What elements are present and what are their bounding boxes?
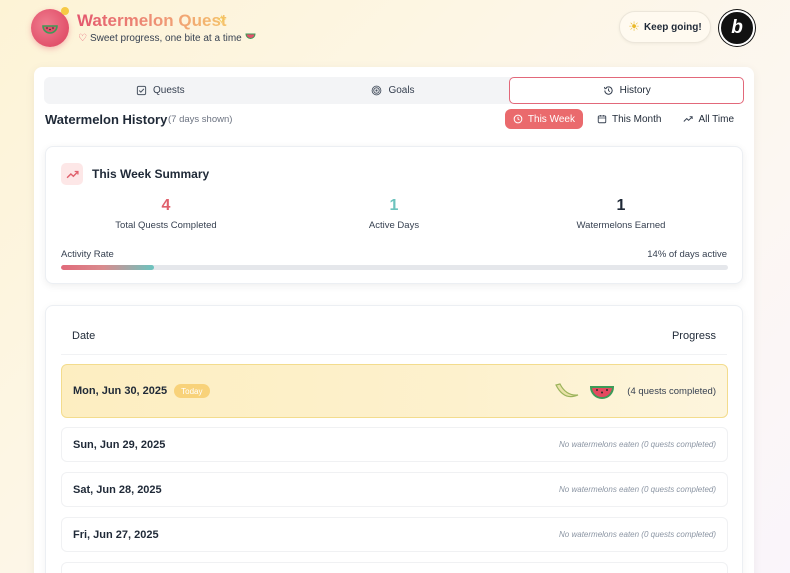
- sparkle-icon: ✧: [216, 12, 227, 27]
- range-this-week-label: This Week: [527, 113, 575, 125]
- activity-rate-label: Activity Rate: [61, 249, 114, 260]
- watermelon-icons: [554, 381, 615, 401]
- bolt-badge-icon[interactable]: b: [719, 10, 755, 46]
- trending-up-icon: [61, 163, 83, 185]
- row-date: Sat, Jun 28, 2025: [73, 483, 162, 496]
- row-progress: No watermelons eaten (0 quests completed…: [559, 530, 716, 539]
- row-date: Mon, Jun 30, 2025: [73, 385, 168, 397]
- summary-title: This Week Summary: [92, 167, 210, 181]
- history-row[interactable]: Mon, Jun 30, 2025 Today (4 quests comple…: [61, 364, 728, 418]
- activity-rate-bar: [61, 265, 728, 270]
- row-progress: No watermelons eaten (0 quests completed…: [559, 440, 716, 449]
- stat-watermelons-earned: 1 Watermelons Earned: [511, 197, 731, 231]
- range-this-week-button[interactable]: This Week: [504, 109, 583, 129]
- app-header: Watermelon Quest ✧ ♡ Sweet progress, one…: [0, 0, 790, 62]
- watermelon-rind-icon: [555, 383, 579, 398]
- history-row[interactable]: Sun, Jun 29, 2025 No watermelons eaten (…: [61, 427, 728, 462]
- today-badge: Today: [174, 384, 210, 398]
- row-status: No watermelons eaten (0 quests completed…: [559, 485, 716, 494]
- tab-history[interactable]: History: [509, 77, 745, 104]
- tab-goals[interactable]: Goals: [277, 77, 510, 104]
- sun-icon: ☀: [628, 19, 640, 34]
- target-icon: [372, 85, 382, 96]
- row-date: Fri, Jun 27, 2025: [73, 528, 159, 541]
- history-row-partial: [61, 562, 728, 573]
- stat-active-days-label: Active Days: [368, 220, 420, 231]
- divider: [61, 354, 727, 355]
- stat-watermelons-earned-label: Watermelons Earned: [576, 220, 666, 231]
- stat-total-quests-label: Total Quests Completed: [115, 220, 217, 231]
- keep-going-badge[interactable]: ☀ Keep going!: [619, 11, 711, 43]
- row-status: No watermelons eaten (0 quests completed…: [559, 440, 716, 449]
- tab-history-label: History: [619, 85, 651, 96]
- activity-rate-fill: [61, 265, 155, 270]
- week-summary-card: This Week Summary 4 Total Quests Complet…: [45, 146, 743, 284]
- history-row[interactable]: Sat, Jun 28, 2025 No watermelons eaten (…: [61, 472, 728, 507]
- activity-rate-value: 14% of days active: [647, 249, 727, 260]
- app-subtitle-text: Sweet progress, one bite at a time: [89, 33, 242, 44]
- column-header-progress: Progress: [671, 330, 716, 342]
- checkbox-icon: [136, 85, 147, 96]
- history-icon: [603, 86, 613, 95]
- stat-active-days: 1 Active Days: [284, 197, 504, 231]
- row-date: Sun, Jun 29, 2025: [73, 438, 166, 451]
- stat-active-days-value: 1: [389, 197, 399, 214]
- range-selector: This Week This Month All Time: [504, 109, 742, 129]
- bolt-badge-letter: b: [731, 17, 743, 38]
- row-progress: No watermelons eaten (0 quests completed…: [559, 485, 716, 494]
- row-status: No watermelons eaten (0 quests completed…: [559, 530, 716, 539]
- sparkle-dot-icon: [61, 7, 69, 15]
- heart-icon: ♡: [78, 33, 87, 44]
- tab-quests[interactable]: Quests: [44, 77, 277, 104]
- range-all-time-button[interactable]: All Time: [675, 109, 742, 129]
- history-row[interactable]: Fri, Jun 27, 2025 No watermelons eaten (…: [61, 517, 728, 552]
- keep-going-text: Keep going!: [643, 21, 702, 33]
- range-this-month-button[interactable]: This Month: [589, 109, 669, 129]
- app-subtitle: ♡ Sweet progress, one bite at a time: [78, 33, 256, 44]
- tab-quests-label: Quests: [152, 85, 185, 96]
- history-list-card: Date Progress Mon, Jun 30, 2025 Today (4…: [45, 305, 743, 573]
- range-this-month-label: This Month: [611, 113, 662, 125]
- stat-watermelons-earned-value: 1: [616, 197, 626, 214]
- clock-icon: [513, 114, 523, 124]
- history-note: (7 days shown): [168, 114, 233, 125]
- stat-total-quests-value: 4: [161, 197, 171, 214]
- calendar-icon: [597, 115, 607, 124]
- tab-bar: Quests Goals History: [44, 77, 745, 104]
- row-status: (4 quests completed): [627, 385, 716, 397]
- app-title: Watermelon Quest: [77, 11, 227, 30]
- watermelon-slice-icon: [245, 33, 256, 44]
- row-progress: (4 quests completed): [554, 381, 716, 401]
- watermelon-slice-icon: [590, 386, 615, 399]
- range-all-time-label: All Time: [698, 113, 734, 125]
- stat-total-quests: 4 Total Quests Completed: [56, 197, 276, 231]
- trending-up-icon: [683, 116, 694, 122]
- history-title: Watermelon History: [45, 112, 168, 127]
- main-card: Quests Goals History Watermelon History …: [34, 67, 754, 573]
- tab-goals-label: Goals: [388, 85, 415, 96]
- column-header-date: Date: [72, 330, 96, 342]
